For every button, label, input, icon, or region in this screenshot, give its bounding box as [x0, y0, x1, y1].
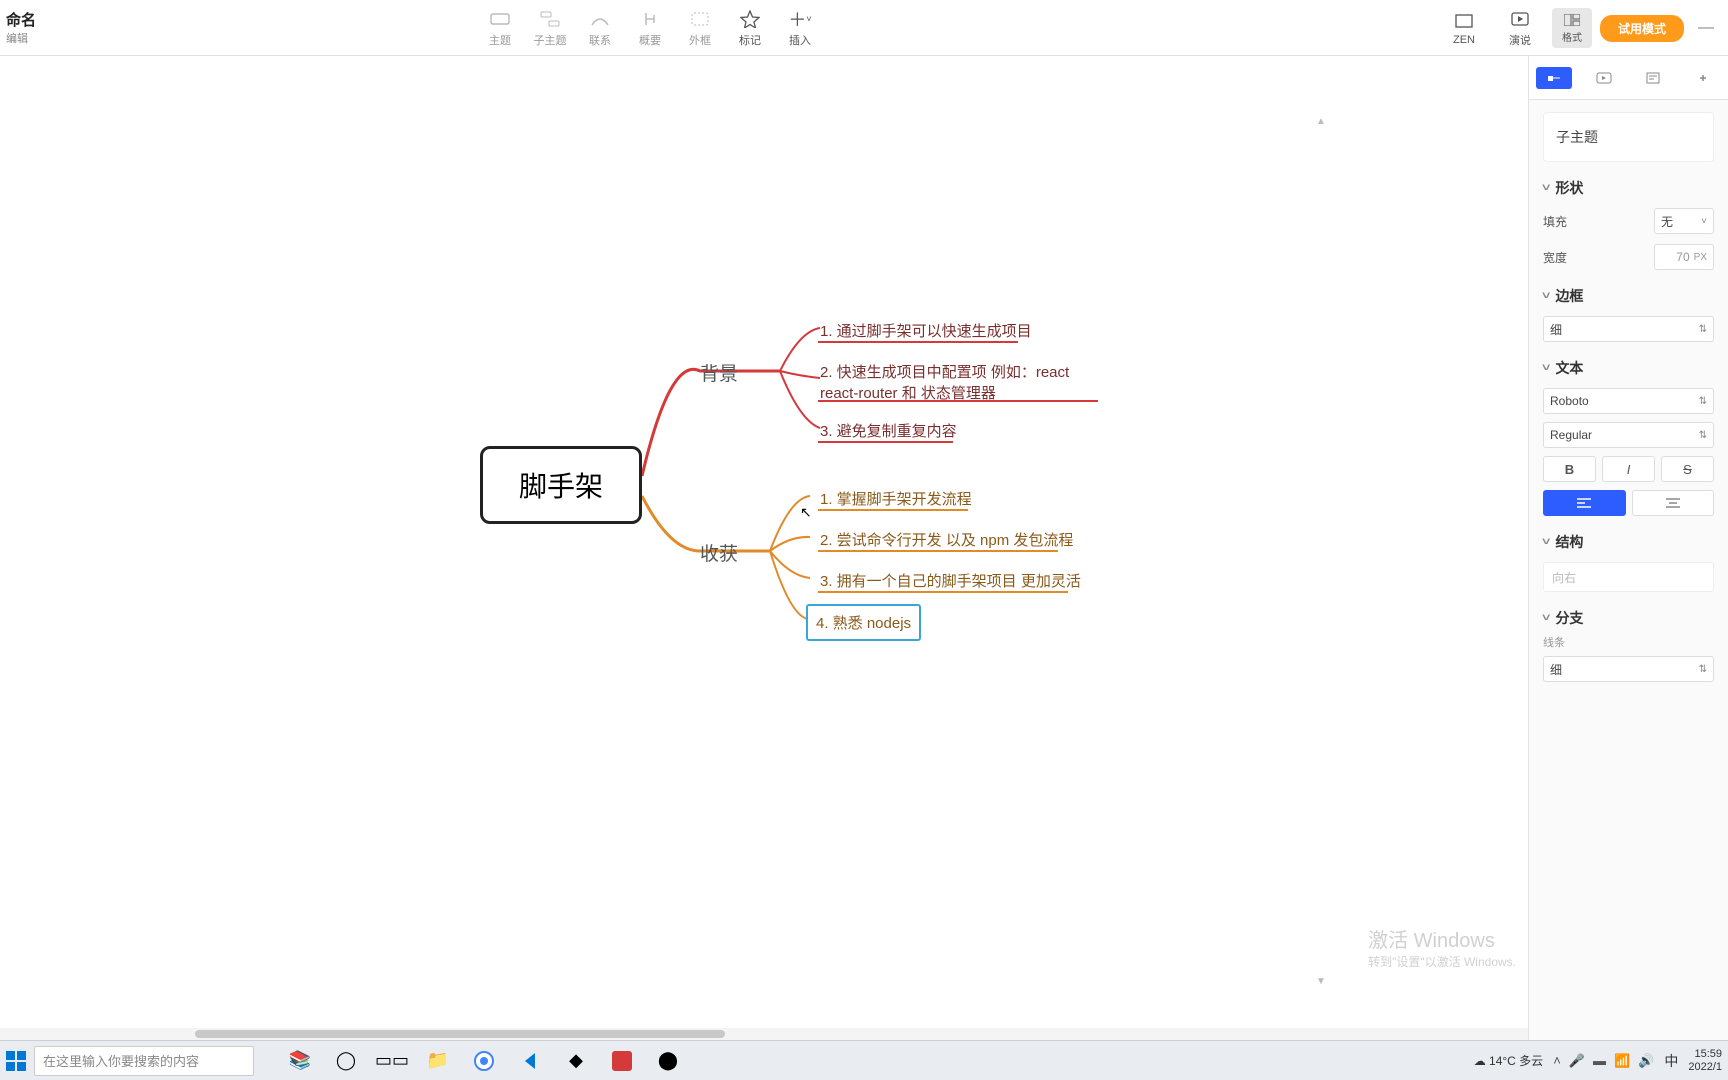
insert-button[interactable]: ＋ ˅ 插入 — [776, 5, 824, 51]
relation-button[interactable]: 联系 — [576, 5, 624, 51]
tb-taskview-icon[interactable]: ▭▭ — [370, 1044, 414, 1078]
main-area: 脚手架 背景 收获 1. 通过脚手架可以快速生成项目 2. 快速生成项目中配置项… — [0, 56, 1728, 1040]
windows-taskbar: 在这里输入你要搜索的内容 📚 ◯ ▭▭ 📁 ◆ ⬤ ☁ 14°C 多云 ˄ 🎤 … — [0, 1040, 1728, 1080]
style-tab[interactable] — [1536, 67, 1572, 89]
window-title: 命名 — [6, 9, 36, 30]
window-subtitle: 编辑 — [6, 30, 36, 46]
tray-up-icon[interactable]: ˄ — [1553, 1053, 1561, 1069]
toolbar-center-group: 主题 子主题 联系 概要 外框 标记 ＋ ˅ 插入 — [476, 5, 824, 51]
tray-battery-icon[interactable]: ▬ — [1593, 1053, 1606, 1069]
note-tab[interactable] — [1635, 67, 1671, 89]
taskbar-clock[interactable]: 15:59 2022/1 — [1688, 1048, 1722, 1074]
align-left-button[interactable] — [1543, 490, 1626, 516]
plus-icon: ＋ ˅ — [788, 8, 811, 30]
minimize-button[interactable]: — — [1692, 19, 1720, 37]
start-icon[interactable] — [6, 1051, 26, 1071]
relation-icon — [590, 8, 610, 30]
tray-sound-icon[interactable]: 🔊 — [1638, 1053, 1654, 1069]
mouse-cursor: ↖ — [800, 504, 812, 521]
tray-mic-icon[interactable]: 🎤 — [1569, 1053, 1585, 1069]
branch-line-label: 线条 — [1543, 634, 1565, 650]
trial-mode-button[interactable]: 试用模式 — [1600, 15, 1684, 42]
vscroll-up[interactable]: ▲ — [1316, 116, 1326, 126]
topic-icon — [490, 8, 510, 30]
shape-section[interactable]: 形状 — [1543, 178, 1714, 198]
italic-button[interactable]: I — [1602, 456, 1655, 482]
tb-explorer-icon[interactable]: 📁 — [416, 1044, 460, 1078]
font-select[interactable]: Roboto⇅ — [1543, 388, 1714, 414]
format-button[interactable]: 格式 — [1552, 8, 1592, 48]
canvas[interactable]: 脚手架 背景 收获 1. 通过脚手架可以快速生成项目 2. 快速生成项目中配置项… — [0, 56, 1528, 1040]
structure-section[interactable]: 结构 — [1543, 532, 1714, 552]
width-input[interactable]: 70 PX — [1654, 244, 1714, 270]
bold-button[interactable]: B — [1543, 456, 1596, 482]
fullscreen-icon — [1455, 10, 1473, 32]
selected-node-label: 子主题 — [1543, 112, 1714, 162]
layout-icon — [1564, 13, 1580, 29]
border-style-select[interactable]: 细⇅ — [1543, 316, 1714, 342]
gain-item-3[interactable]: 3. 拥有一个自己的脚手架项目 更加灵活 — [818, 567, 1083, 594]
boundary-icon — [690, 8, 710, 30]
boundary-button[interactable]: 外框 — [676, 5, 724, 51]
tb-vscode-icon[interactable] — [508, 1044, 552, 1078]
border-section[interactable]: 边框 — [1543, 286, 1714, 306]
gain-item-2[interactable]: 2. 尝试命令行开发 以及 npm 发包流程 — [818, 526, 1075, 553]
panel-tabs — [1529, 56, 1728, 100]
tb-books-icon[interactable]: 📚 — [278, 1044, 322, 1078]
root-node[interactable]: 脚手架 — [480, 446, 642, 524]
structure-direction[interactable]: 向右 — [1543, 562, 1714, 592]
format-panel: 子主题 形状 填充 无˅ 宽度 70 PX 边框 细⇅ 文本 R — [1528, 56, 1728, 1040]
tb-app2-icon[interactable]: ⬤ — [646, 1044, 690, 1078]
pitch-tab[interactable] — [1586, 67, 1622, 89]
tb-app1-icon[interactable]: ◆ — [554, 1044, 598, 1078]
present-button[interactable]: 演说 — [1496, 5, 1544, 51]
gain-item-4-editing[interactable]: 4. 熟悉 nodejs — [806, 604, 921, 641]
vscroll-down[interactable]: ▼ — [1316, 976, 1326, 986]
zen-button[interactable]: ZEN — [1440, 5, 1488, 51]
more-tab[interactable] — [1685, 67, 1721, 89]
width-label: 宽度 — [1543, 249, 1587, 266]
taskbar-search[interactable]: 在这里输入你要搜索的内容 — [34, 1046, 254, 1076]
bg-item-1[interactable]: 1. 通过脚手架可以快速生成项目 — [818, 317, 1034, 344]
tb-cortana-icon[interactable]: ◯ — [324, 1044, 368, 1078]
star-icon — [740, 8, 760, 30]
subtopic-icon — [540, 8, 560, 30]
strike-button[interactable]: S — [1661, 456, 1714, 482]
marker-button[interactable]: 标记 — [726, 5, 774, 51]
branch-background[interactable]: 背景 — [700, 359, 738, 386]
tray-wifi-icon[interactable]: 📶 — [1614, 1053, 1630, 1069]
branch-thin-select[interactable]: 细⇅ — [1543, 656, 1714, 682]
subtopic-button[interactable]: 子主题 — [526, 5, 574, 51]
tb-chrome-icon[interactable] — [462, 1044, 506, 1078]
summary-icon — [640, 8, 660, 30]
ime-indicator[interactable]: 中 — [1664, 1051, 1678, 1071]
play-icon — [1511, 8, 1529, 30]
text-section[interactable]: 文本 — [1543, 358, 1714, 378]
title-area: 命名 编辑 — [6, 9, 36, 46]
summary-button[interactable]: 概要 — [626, 5, 674, 51]
system-tray[interactable]: ˄ 🎤 ▬ 📶 🔊 — [1553, 1053, 1654, 1069]
weather-widget[interactable]: ☁ 14°C 多云 — [1474, 1052, 1544, 1069]
bg-item-2[interactable]: 2. 快速生成项目中配置项 例如：react react-router 和 状态… — [818, 358, 1098, 406]
align-center-button[interactable] — [1632, 490, 1715, 516]
bg-item-3[interactable]: 3. 避免复制重复内容 — [818, 417, 959, 444]
branch-section[interactable]: 分支 — [1543, 608, 1714, 628]
toolbar-right-group: ZEN 演说 格式 试用模式 — — [1440, 0, 1720, 56]
horizontal-scrollbar[interactable] — [0, 1028, 1528, 1040]
gain-item-1[interactable]: 1. 掌握脚手架开发流程 — [818, 485, 974, 512]
tb-xmind-icon[interactable] — [600, 1044, 644, 1078]
main-toolbar: 命名 编辑 主题 子主题 联系 概要 外框 标记 ＋ ˅ 插入 — [0, 0, 1728, 56]
weight-select[interactable]: Regular⇅ — [1543, 422, 1714, 448]
branch-gains[interactable]: 收获 — [700, 539, 738, 566]
topic-button[interactable]: 主题 — [476, 5, 524, 51]
fill-label: 填充 — [1543, 213, 1587, 230]
fill-select[interactable]: 无˅ — [1654, 208, 1714, 234]
